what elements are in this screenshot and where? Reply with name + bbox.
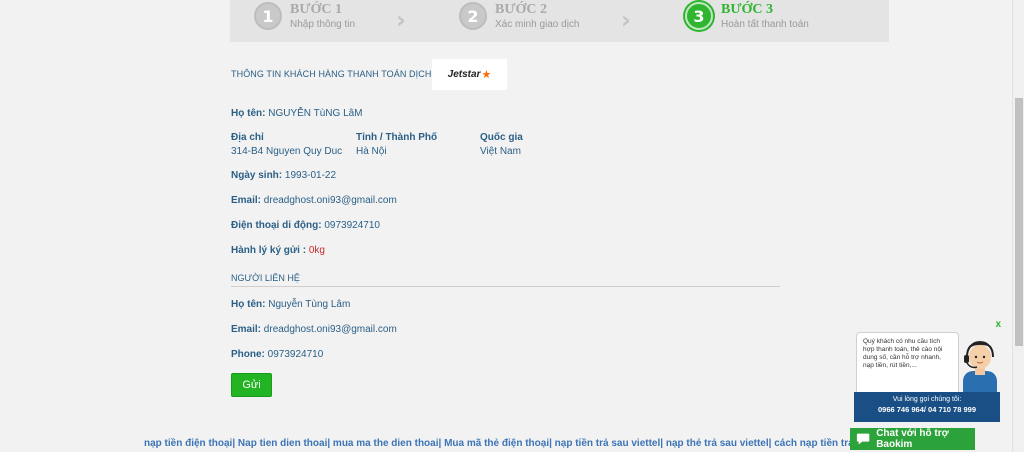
contact-name-label: Họ tên: bbox=[231, 299, 266, 310]
country-block: Quốc gia Việt Nam bbox=[480, 131, 523, 159]
step-3-subtitle: Hoàn tất thanh toán bbox=[721, 18, 809, 30]
divider bbox=[231, 286, 780, 287]
contact-name-value: Nguyễn Tùng Lâm bbox=[268, 299, 351, 310]
step-2-number: 2 bbox=[459, 2, 487, 30]
email-row: Email: dreadghost.oni93@gmail.com bbox=[231, 195, 397, 206]
close-icon[interactable]: x bbox=[995, 319, 1001, 330]
chat-bubble-icon bbox=[856, 433, 870, 445]
step-2-title: BƯỚC 2 bbox=[495, 2, 547, 17]
city-label: Tỉnh / Thành Phố bbox=[356, 132, 438, 143]
step-3-title: BƯỚC 3 bbox=[721, 2, 773, 17]
email-value: dreadghost.oni93@gmail.com bbox=[263, 195, 397, 206]
star-icon: ★ bbox=[481, 69, 492, 81]
contact-title: NGƯỜI LIÊN HỆ bbox=[231, 273, 300, 283]
hotline-numbers: 0966 746 964/ 04 710 78 999 bbox=[877, 405, 976, 414]
dob-row: Ngày sinh: 1993-01-22 bbox=[231, 170, 336, 181]
customer-name-row: Họ tên: NGUYỄN TùNG LâM bbox=[231, 108, 363, 119]
chat-hotline-bar: Vui lòng gọi chúng tôi: 0966 746 964/ 04… bbox=[854, 392, 1000, 422]
step-2: 2 BƯỚC 2 Xác minh giao dịch bbox=[459, 2, 580, 36]
luggage-row: Hành lý ký gửi : 0kg bbox=[231, 245, 325, 256]
dob-label: Ngày sinh: bbox=[231, 170, 283, 181]
mobile-row: Điện thoại di động: 0973924710 bbox=[231, 220, 380, 231]
address-block: Địa chỉ 314-B4 Nguyen Quy Duc bbox=[231, 131, 342, 159]
checkout-steps: 1 BƯỚC 1 Nhập thông tin › 2 BƯỚC 2 Xác m… bbox=[230, 0, 889, 42]
chat-message-bubble: Quý khách có nhu cầu tích hợp thanh toán… bbox=[856, 332, 959, 400]
email-label: Email: bbox=[231, 195, 262, 206]
luggage-value: 0kg bbox=[308, 245, 325, 256]
customer-name-value: NGUYỄN TùNG LâM bbox=[268, 108, 363, 119]
customer-name-label: Họ tên: bbox=[231, 108, 266, 119]
page-scrollbar[interactable] bbox=[1012, 0, 1024, 452]
address-label: Địa chỉ bbox=[231, 132, 264, 143]
call-label: Vui lòng gọi chúng tôi: bbox=[892, 396, 962, 403]
section-title: THÔNG TIN KHÁCH HÀNG THANH TOÁN DỊCH VỤ bbox=[231, 69, 447, 79]
step-1-subtitle: Nhập thông tin bbox=[290, 18, 356, 30]
send-button[interactable]: Gửi bbox=[231, 373, 272, 397]
support-chat-widget: x Quý khách có nhu cầu tích hợp thanh to… bbox=[853, 319, 1003, 426]
contact-phone-value: 0973924710 bbox=[267, 349, 324, 360]
contact-email-row: Email: dreadghost.oni93@gmail.com bbox=[231, 324, 397, 335]
chevron-right-icon: › bbox=[396, 6, 406, 34]
address-value: 314-B4 Nguyen Quy Duc bbox=[231, 146, 343, 157]
step-3-number: 3 bbox=[685, 2, 713, 30]
step-1: 1 BƯỚC 1 Nhập thông tin bbox=[254, 2, 355, 36]
mobile-label: Điện thoại di động: bbox=[231, 220, 322, 231]
contact-email-label: Email: bbox=[231, 324, 262, 335]
logo-text: Jetstar bbox=[447, 69, 481, 80]
chevron-right-icon: › bbox=[621, 6, 631, 34]
step-1-number: 1 bbox=[254, 2, 282, 30]
mobile-value: 0973924710 bbox=[324, 220, 380, 231]
step-3: 3 BƯỚC 3 Hoàn tất thanh toán bbox=[685, 2, 809, 36]
contact-name-row: Họ tên: Nguyễn Tùng Lâm bbox=[231, 299, 350, 310]
chat-support-button[interactable]: Chat với hỗ trợ Baokim bbox=[850, 428, 975, 450]
scrollbar-thumb[interactable] bbox=[1015, 98, 1023, 346]
contact-phone-label: Phone: bbox=[231, 349, 265, 360]
chat-support-label: Chat với hỗ trợ Baokim bbox=[876, 428, 949, 450]
city-value: Hà Nội bbox=[356, 146, 387, 157]
city-block: Tỉnh / Thành Phố Hà Nội bbox=[356, 131, 437, 159]
footer-seo-links[interactable]: nạp tiền điện thoại| Nap tien dien thoai… bbox=[144, 438, 850, 449]
step-1-title: BƯỚC 1 bbox=[290, 2, 342, 17]
dob-value: 1993-01-22 bbox=[284, 170, 337, 181]
country-value: Việt Nam bbox=[480, 146, 521, 157]
jetstar-logo: Jetstar ★ bbox=[432, 59, 507, 90]
country-label: Quốc gia bbox=[480, 132, 523, 143]
contact-phone-row: Phone: 0973924710 bbox=[231, 349, 323, 360]
luggage-label: Hành lý ký gửi : bbox=[231, 245, 307, 256]
step-2-subtitle: Xác minh giao dịch bbox=[495, 18, 580, 30]
contact-email-value: dreadghost.oni93@gmail.com bbox=[263, 324, 397, 335]
